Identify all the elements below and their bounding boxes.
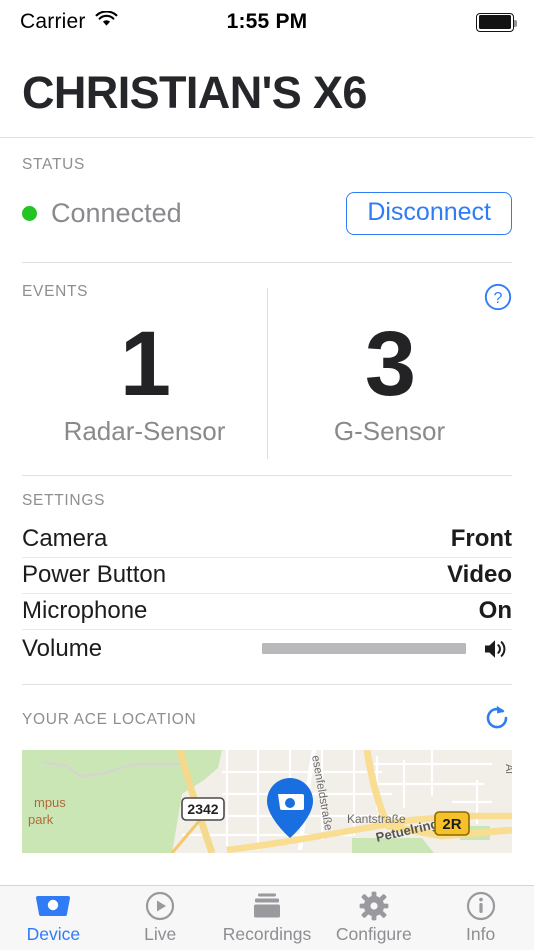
location-section-label: YOUR ACE LOCATION [22, 711, 197, 729]
svg-text:mpus: mpus [34, 795, 66, 810]
info-circle-icon [466, 891, 496, 921]
setting-label: Volume [22, 634, 103, 662]
events-section-label: EVENTS [22, 283, 89, 300]
event-label: Radar-Sensor [63, 415, 226, 446]
event-card-gsensor: 3 G-Sensor [267, 288, 512, 469]
tab-device[interactable]: Device [0, 892, 107, 945]
archive-stack-icon [249, 892, 285, 921]
tab-label: Configure [335, 923, 412, 944]
setting-label: Camera [22, 525, 108, 553]
gear-icon [359, 891, 389, 921]
settings-section-label: SETTINGS [22, 491, 106, 509]
status-section: STATUS Connected Disconnect [0, 138, 534, 236]
setting-value: Video [447, 561, 512, 589]
event-card-radar: 1 Radar-Sensor [22, 310, 267, 469]
title-bar: CHRISTIAN'S X6 [0, 44, 534, 138]
tab-configure[interactable]: Configure [320, 891, 427, 945]
setting-row-volume[interactable]: Volume [22, 630, 512, 668]
setting-label: Power Button [22, 561, 167, 589]
event-count: 1 [119, 313, 171, 415]
tab-label: Live [144, 923, 177, 944]
battery-icon [476, 12, 517, 32]
tab-label: Device [26, 923, 81, 944]
tab-bar: Device Live Recordings Configure Info [0, 885, 534, 950]
location-map[interactable]: mpus park esenfeldstraße Kantstraße Petu… [22, 749, 512, 853]
tab-live[interactable]: Live [107, 891, 214, 945]
app-screen: Carrier 1:55 PM CHRISTIAN'S X6 STATUS Co… [0, 0, 534, 950]
status-row: Connected Disconnect [22, 190, 512, 236]
svg-text:park: park [28, 812, 54, 827]
setting-label: Microphone [22, 597, 148, 625]
tab-label: Recordings [222, 923, 312, 944]
events-section: EVENTS ? 1 Radar-Sensor 3 G-Sensor [0, 263, 534, 469]
svg-text:2342: 2342 [187, 801, 218, 817]
svg-text:Al: Al [503, 764, 512, 774]
setting-row-microphone[interactable]: Microphone On [22, 594, 512, 630]
dashcam-icon [33, 892, 73, 921]
event-count: 3 [364, 313, 416, 415]
svg-text:2R: 2R [442, 816, 461, 833]
speaker-wave-icon [482, 636, 512, 662]
connection-indicator-dot [22, 205, 37, 221]
clock: 1:55 PM [226, 10, 308, 33]
status-section-label: STATUS [22, 156, 86, 173]
setting-value: On [478, 597, 512, 625]
status-bar: Carrier 1:55 PM [0, 0, 534, 44]
event-label: G-Sensor [333, 415, 446, 446]
disconnect-button[interactable]: Disconnect [346, 191, 512, 235]
setting-row-camera[interactable]: Camera Front [22, 522, 512, 558]
tab-info[interactable]: Info [427, 891, 534, 945]
play-circle-icon [145, 891, 175, 921]
svg-text:Kantstraße: Kantstraße [347, 812, 406, 826]
events-grid: 1 Radar-Sensor 3 G-Sensor [22, 288, 512, 469]
page-title: CHRISTIAN'S X6 [22, 67, 367, 118]
setting-row-power-button[interactable]: Power Button Video [22, 558, 512, 594]
location-header: YOUR ACE LOCATION [0, 685, 534, 750]
tab-label: Info [465, 923, 496, 944]
refresh-icon[interactable] [482, 703, 512, 738]
svg-text:?: ? [494, 290, 503, 307]
settings-section: SETTINGS Camera Front Power Button Video… [0, 476, 534, 668]
tab-recordings[interactable]: Recordings [214, 892, 321, 945]
status-bar-right [476, 12, 517, 32]
volume-slider[interactable] [262, 643, 466, 655]
connection-state-label: Connected [51, 197, 182, 228]
setting-value: Front [450, 525, 512, 553]
